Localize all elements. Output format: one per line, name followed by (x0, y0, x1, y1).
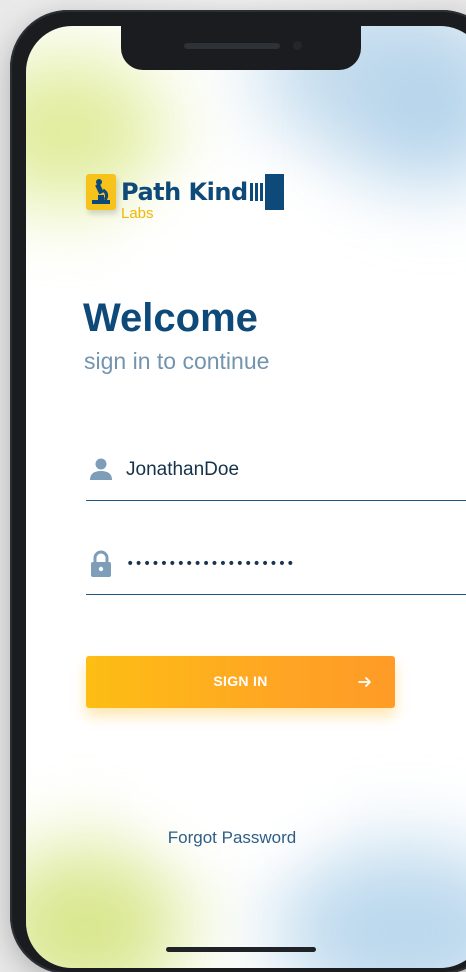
background-glow (26, 846, 186, 968)
username-field (86, 444, 466, 501)
forgot-password-link[interactable]: Forgot Password (26, 828, 438, 848)
arrow-right-icon (357, 674, 373, 693)
sign-in-label: SIGN IN (213, 673, 268, 689)
lock-icon (88, 550, 114, 577)
logo-bars (249, 174, 286, 210)
phone-notch (121, 26, 361, 70)
background-glow (66, 176, 406, 856)
logo-arrow (264, 174, 284, 210)
phone-frame: Path Kind Labs Welcome sign in to contin… (10, 10, 466, 972)
home-indicator[interactable] (166, 947, 316, 952)
username-input[interactable] (126, 450, 466, 490)
microscope-icon (86, 174, 116, 210)
logo-text: Path Kind Labs (121, 174, 286, 221)
page-subtitle: sign in to continue (84, 348, 270, 374)
sign-in-button[interactable]: SIGN IN (86, 656, 395, 708)
password-field (86, 538, 466, 595)
password-input[interactable] (126, 544, 466, 584)
front-camera (293, 41, 302, 50)
speaker-grille (184, 43, 280, 49)
logo-name-text: Path Kind (121, 178, 248, 206)
user-icon (88, 456, 114, 482)
phone-screen: Path Kind Labs Welcome sign in to contin… (26, 26, 466, 968)
page-title: Welcome (83, 296, 258, 340)
stage: Path Kind Labs Welcome sign in to contin… (0, 0, 466, 972)
brand-logo: Path Kind Labs (86, 174, 286, 221)
